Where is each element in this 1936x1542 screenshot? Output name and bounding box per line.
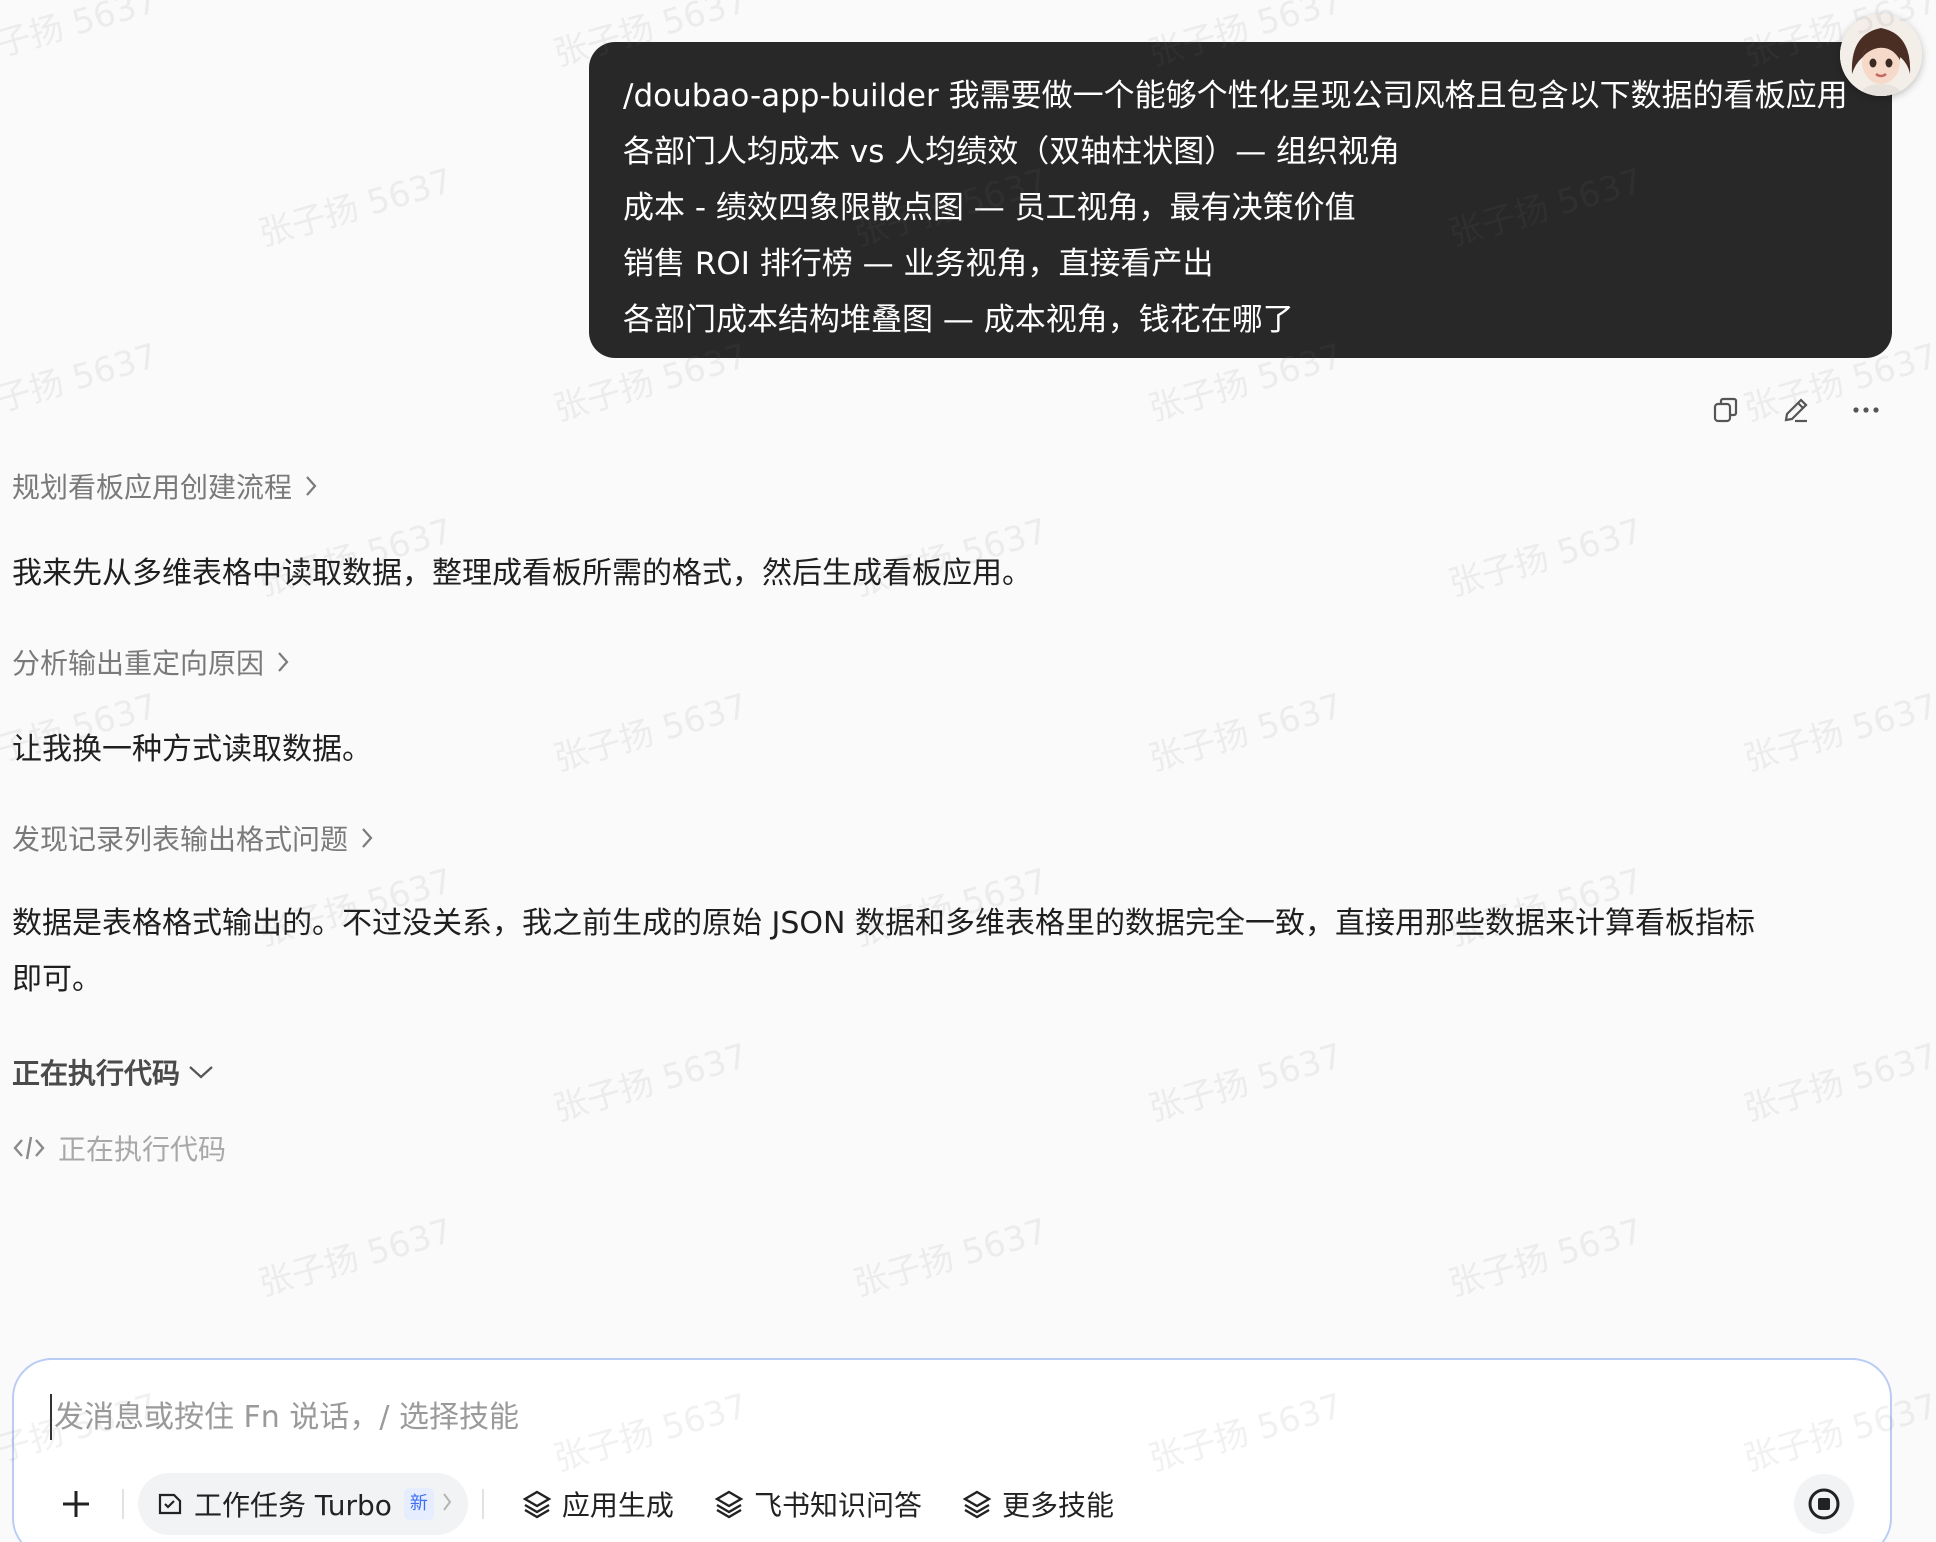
chevron-right-icon xyxy=(442,1489,452,1519)
watermark: 张子扬 5637 xyxy=(1739,686,1936,780)
tool-label: 飞书知识问答 xyxy=(753,1489,922,1522)
watermark: 张子扬 5637 xyxy=(849,1211,1052,1305)
exec-code-toggle[interactable]: 正在执行代码 xyxy=(12,1052,214,1092)
tool-label: 应用生成 xyxy=(561,1489,674,1522)
assistant-paragraph: 让我换一种方式读取数据。 xyxy=(12,732,372,767)
user-message-line: 各部门成本结构堆叠图 — 成本视角，钱花在哪了 xyxy=(623,302,1294,338)
step-format-toggle[interactable]: 发现记录列表输出格式问题 xyxy=(12,818,374,858)
user-message-line: 销售 ROI 排行榜 — 业务视角，直接看产出 xyxy=(623,246,1214,282)
chevron-right-icon xyxy=(304,474,318,498)
avatar-image xyxy=(1840,14,1922,96)
watermark: 张子扬 5637 xyxy=(1444,1211,1647,1305)
avatar[interactable] xyxy=(1840,14,1922,96)
code-icon xyxy=(12,1133,46,1163)
skill-icon xyxy=(714,1490,744,1519)
chat-page: /doubao-app-builder 我需要做一个能够个性化呈现公司风格且包含… xyxy=(0,0,1936,1542)
watermark: 张子扬 5637 xyxy=(254,161,457,255)
tool-label: 更多技能 xyxy=(1001,1489,1114,1522)
new-badge: 新 xyxy=(403,1488,434,1520)
watermark: 张子扬 5637 xyxy=(1739,1036,1936,1130)
watermark: 张子扬 5637 xyxy=(0,336,162,430)
message-composer: 工作任务 Turbo 新 应用生成 xyxy=(12,1358,1892,1542)
user-message-line: 成本 - 绩效四象限散点图 — 员工视角，最有决策价值 xyxy=(623,190,1356,226)
more-skills-button[interactable]: 更多技能 xyxy=(946,1473,1130,1535)
step-analyze-toggle[interactable]: 分析输出重定向原因 xyxy=(12,642,290,682)
step-label: 规划看板应用创建流程 xyxy=(12,471,293,504)
plus-icon[interactable] xyxy=(44,1472,108,1536)
chevron-down-icon xyxy=(188,1064,214,1080)
chevron-right-icon xyxy=(276,650,290,674)
app-generate-button[interactable]: 应用生成 xyxy=(506,1473,690,1535)
assistant-paragraph: 我来先从多维表格中读取数据，整理成看板所需的格式，然后生成看板应用。 xyxy=(12,556,1032,591)
user-message-line: 各部门人均成本 vs 人均绩效（双轴柱状图）— 组织视角 xyxy=(623,134,1401,170)
copy-icon[interactable] xyxy=(1708,392,1744,428)
step-label: 发现记录列表输出格式问题 xyxy=(12,823,349,856)
message-input[interactable] xyxy=(50,1394,1556,1440)
skill-icon xyxy=(522,1490,552,1519)
turbo-label: 工作任务 Turbo xyxy=(194,1489,392,1522)
watermark: 张子扬 5637 xyxy=(549,686,752,780)
work-task-turbo-button[interactable]: 工作任务 Turbo 新 xyxy=(138,1473,468,1535)
watermark: 张子扬 5637 xyxy=(1444,511,1647,605)
watermark: 张子扬 5637 xyxy=(0,0,162,75)
toolbar-divider xyxy=(122,1489,124,1519)
assistant-paragraph: 数据是表格格式输出的。不过没关系，我之前生成的原始 JSON 数据和多维表格里的… xyxy=(12,906,1756,941)
watermark: 张子扬 5637 xyxy=(1144,686,1347,780)
exec-status-row: 正在执行代码 xyxy=(12,1128,226,1168)
more-icon[interactable] xyxy=(1848,392,1884,428)
step-label: 分析输出重定向原因 xyxy=(12,647,265,680)
toolbar-divider xyxy=(481,1489,484,1519)
exec-status-text: 正在执行代码 xyxy=(58,1133,227,1166)
stop-icon[interactable] xyxy=(1794,1474,1854,1534)
exec-title: 正在执行代码 xyxy=(12,1057,181,1090)
user-message-line: /doubao-app-builder 我需要做一个能够个性化呈现公司风格且包含… xyxy=(623,78,1848,114)
message-actions xyxy=(1708,392,1884,428)
composer-toolbar: 工作任务 Turbo 新 应用生成 飞书知识问答 更多技能 xyxy=(44,1472,1860,1536)
user-message-bubble: /doubao-app-builder 我需要做一个能够个性化呈现公司风格且包含… xyxy=(589,42,1892,358)
assistant-paragraph: 即可。 xyxy=(12,962,102,997)
watermark: 张子扬 5637 xyxy=(1144,1036,1347,1130)
task-icon xyxy=(154,1489,184,1519)
chevron-right-icon xyxy=(360,826,374,850)
watermark: 张子扬 5637 xyxy=(254,1211,457,1305)
feishu-qa-button[interactable]: 飞书知识问答 xyxy=(698,1473,938,1535)
watermark: 张子扬 5637 xyxy=(549,1036,752,1130)
edit-icon[interactable] xyxy=(1778,392,1814,428)
skill-icon xyxy=(962,1490,992,1519)
step-plan-toggle[interactable]: 规划看板应用创建流程 xyxy=(12,466,318,506)
